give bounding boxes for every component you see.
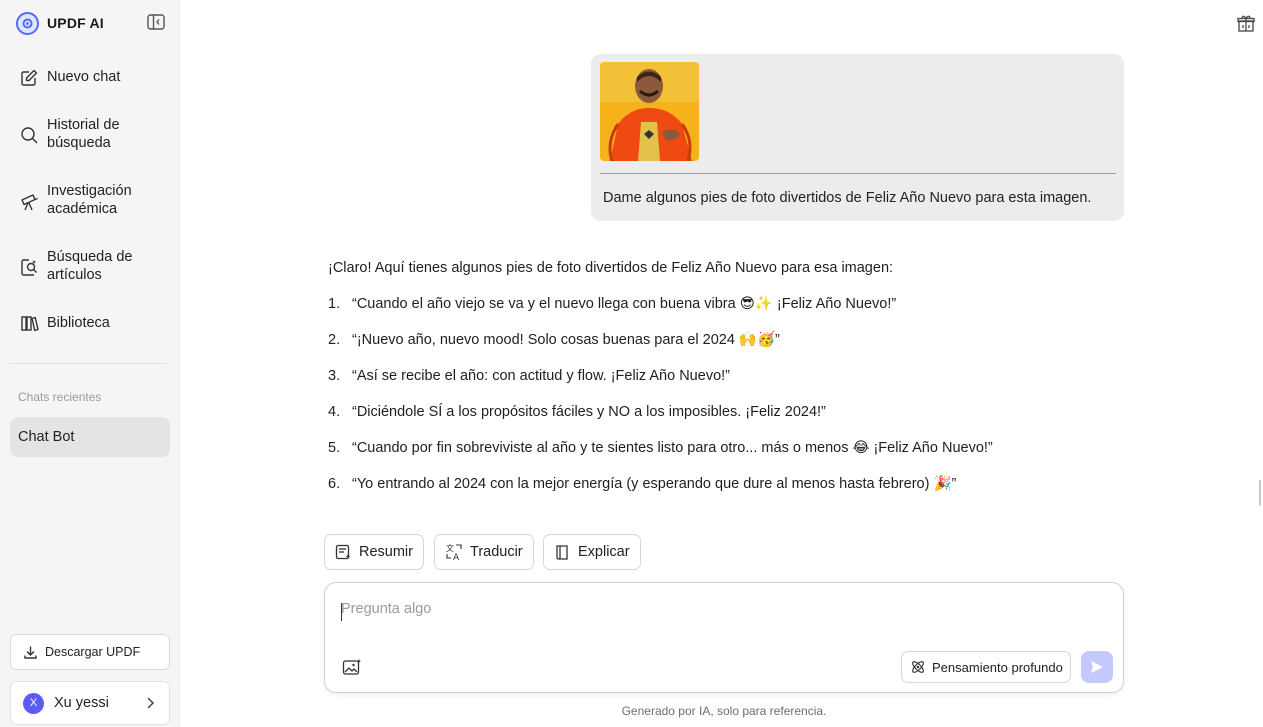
- chevron-right-icon: [147, 697, 155, 709]
- reply-fade-overlay: [320, 495, 1140, 525]
- send-icon: [1091, 661, 1103, 673]
- deep-thinking-label: Pensamiento profundo: [932, 659, 1063, 675]
- sidebar-item-label: Investigación académica: [47, 183, 132, 217]
- reply-intro: ¡Claro! Aquí tienes algunos pies de foto…: [328, 260, 894, 276]
- book-icon: [556, 544, 568, 560]
- sidebar-item-library[interactable]: Biblioteca: [20, 314, 157, 333]
- list-number: 4.: [328, 404, 341, 420]
- ai-disclaimer: Generado por IA, solo para referencia.: [621, 704, 827, 718]
- summarize-button[interactable]: Resumir: [324, 534, 424, 570]
- explain-label: Explicar: [578, 544, 630, 560]
- sidebar-item-label: Búsqueda de artículos: [47, 249, 133, 283]
- brand[interactable]: UPDF AI: [16, 11, 104, 35]
- library-icon: [20, 314, 39, 333]
- list-item: 6. “Yo entrando al 2024 con la mejor ener…: [328, 474, 1128, 494]
- question-input[interactable]: [341, 601, 1101, 617]
- list-number: 3.: [328, 368, 341, 384]
- user-name: Xu yessi: [54, 695, 109, 711]
- sidebar-item-search-history[interactable]: Historial de búsqueda: [20, 116, 157, 152]
- list-item: 3. “Así se recibe el año: con actitud y f…: [328, 366, 1128, 386]
- list-item: 2. “¡Nuevo año, nuevo mood! Solo cosas bu…: [328, 330, 1128, 350]
- translate-icon: 文A: [446, 543, 462, 561]
- attached-image[interactable]: [600, 62, 699, 161]
- user-account-button[interactable]: X Xu yessi: [10, 681, 170, 725]
- list-text: “Yo entrando al 2024 con la mejor energí…: [352, 476, 957, 492]
- sidebar-item-article-search[interactable]: Búsqueda de artículos: [20, 248, 157, 284]
- explain-button[interactable]: Explicar: [543, 534, 641, 570]
- list-number: 1.: [328, 296, 341, 312]
- translate-label: Traducir: [470, 544, 523, 560]
- gift-icon[interactable]: [1237, 14, 1255, 32]
- telescope-icon: [20, 192, 39, 211]
- download-updf-button[interactable]: Descargar UPDF: [10, 634, 170, 670]
- atom-icon: [912, 661, 924, 673]
- article-search-icon: [20, 258, 39, 277]
- sidebar-item-label: Historial de búsqueda: [47, 117, 120, 151]
- sidebar-item-new-chat[interactable]: Nuevo chat: [20, 68, 157, 87]
- download-label: Descargar UPDF: [45, 645, 141, 659]
- search-icon: [20, 126, 39, 145]
- list-number: 6.: [328, 476, 341, 492]
- brand-name: UPDF AI: [47, 15, 104, 31]
- download-icon: [24, 646, 37, 659]
- sidebar-item-label: Biblioteca: [47, 315, 110, 331]
- upload-image-icon[interactable]: [342, 658, 362, 676]
- translate-button[interactable]: 文A Traducir: [434, 534, 534, 570]
- reply-list: 1. “Cuando el año viejo se va y el nuevo …: [328, 294, 1128, 494]
- list-text: “Cuando por fin sobreviviste al año y te…: [352, 440, 993, 456]
- avatar: X: [23, 692, 44, 714]
- collapse-sidebar-icon[interactable]: [147, 14, 165, 30]
- summarize-label: Resumir: [359, 544, 413, 560]
- assistant-reply: ¡Claro! Aquí tienes algunos pies de foto…: [328, 258, 1128, 523]
- updf-logo-icon: [16, 11, 39, 35]
- summarize-icon: [335, 544, 351, 559]
- message-divider: [600, 173, 1116, 174]
- recent-chat-item[interactable]: Chat Bot: [10, 417, 170, 457]
- list-item: 4. “Diciéndole SÍ a los propósitos fácile…: [328, 402, 1128, 422]
- sidebar-divider: [10, 363, 166, 364]
- sidebar-item-academic-research[interactable]: Investigación académica: [20, 182, 157, 218]
- svg-text:A: A: [453, 553, 460, 561]
- list-text: “Cuando el año viejo se va y el nuevo ll…: [352, 296, 897, 312]
- user-message-bubble: Dame algunos pies de foto divertidos de …: [591, 54, 1124, 221]
- list-item: 1. “Cuando el año viejo se va y el nuevo …: [328, 294, 1128, 314]
- list-text: “¡Nuevo año, nuevo mood! Solo cosas buen…: [352, 332, 780, 348]
- scrollbar-thumb[interactable]: [1259, 480, 1261, 506]
- list-text: “Así se recibe el año: con actitud y flo…: [352, 368, 730, 384]
- list-number: 2.: [328, 332, 341, 348]
- deep-thinking-toggle[interactable]: Pensamiento profundo: [901, 651, 1071, 683]
- text-caret: [341, 603, 342, 621]
- list-number: 5.: [328, 440, 341, 456]
- sidebar: UPDF AI Nuevo chat Historial de búsqueda…: [0, 0, 180, 727]
- svg-text:文: 文: [446, 543, 454, 553]
- user-message-text: Dame algunos pies de foto divertidos de …: [603, 190, 1092, 206]
- recent-chats-title: Chats recientes: [18, 390, 102, 404]
- list-item: 5. “Cuando por fin sobreviviste al año y …: [328, 438, 1128, 458]
- list-text: “Diciéndole SÍ a los propósitos fáciles …: [352, 404, 826, 420]
- send-button[interactable]: [1081, 651, 1113, 683]
- edit-icon: [20, 68, 39, 87]
- sidebar-item-label: Nuevo chat: [47, 69, 121, 85]
- chat-composer: Pensamiento profundo: [324, 582, 1124, 693]
